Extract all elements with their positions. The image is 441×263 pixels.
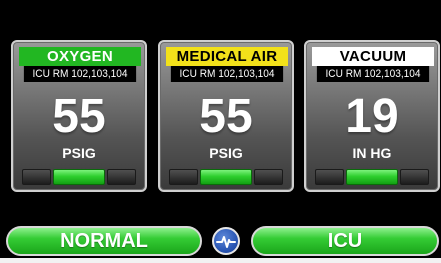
- level-segment-normal: [345, 169, 399, 185]
- pressure-value: 19: [345, 90, 399, 143]
- bottom-edge-strip: [0, 258, 441, 263]
- pressure-level-bar: [314, 169, 430, 185]
- pressure-unit: PSIG: [209, 145, 243, 161]
- gas-panel-medical-air[interactable]: MEDICAL AIR ICU RM 102,103,104 55 PSIG: [158, 40, 294, 192]
- level-segment-normal: [199, 169, 253, 185]
- level-segment-normal: [52, 169, 106, 185]
- level-segment-low: [22, 169, 51, 185]
- pressure-value: 55: [199, 90, 253, 143]
- level-segment-low: [315, 169, 344, 185]
- level-segment-high: [400, 169, 430, 185]
- level-segment-high: [254, 169, 284, 185]
- pressure-level-bar: [21, 169, 137, 185]
- heartbeat-icon[interactable]: [212, 227, 240, 255]
- normal-status-button[interactable]: NORMAL: [6, 226, 202, 256]
- pressure-value: 55: [52, 90, 106, 143]
- gas-name-label: VACUUM: [312, 47, 434, 66]
- level-segment-high: [107, 169, 137, 185]
- area-icu-button[interactable]: ICU: [251, 226, 439, 256]
- heartbeat-icon-glyph: [216, 236, 236, 248]
- pressure-level-bar: [168, 169, 284, 185]
- gas-panel-oxygen[interactable]: OXYGEN ICU RM 102,103,104 55 PSIG: [11, 40, 147, 192]
- room-label: ICU RM 102,103,104: [316, 66, 430, 82]
- gas-name-label: OXYGEN: [19, 47, 141, 66]
- gas-panel-vacuum[interactable]: VACUUM ICU RM 102,103,104 19 IN HG: [304, 40, 440, 192]
- alarm-panel-screen: OXYGEN ICU RM 102,103,104 55 PSIG MEDICA…: [0, 0, 441, 263]
- pressure-unit: IN HG: [352, 145, 392, 161]
- room-label: ICU RM 102,103,104: [23, 66, 137, 82]
- pressure-unit: PSIG: [62, 145, 96, 161]
- level-segment-low: [169, 169, 198, 185]
- room-label: ICU RM 102,103,104: [170, 66, 284, 82]
- gas-name-label: MEDICAL AIR: [166, 47, 288, 66]
